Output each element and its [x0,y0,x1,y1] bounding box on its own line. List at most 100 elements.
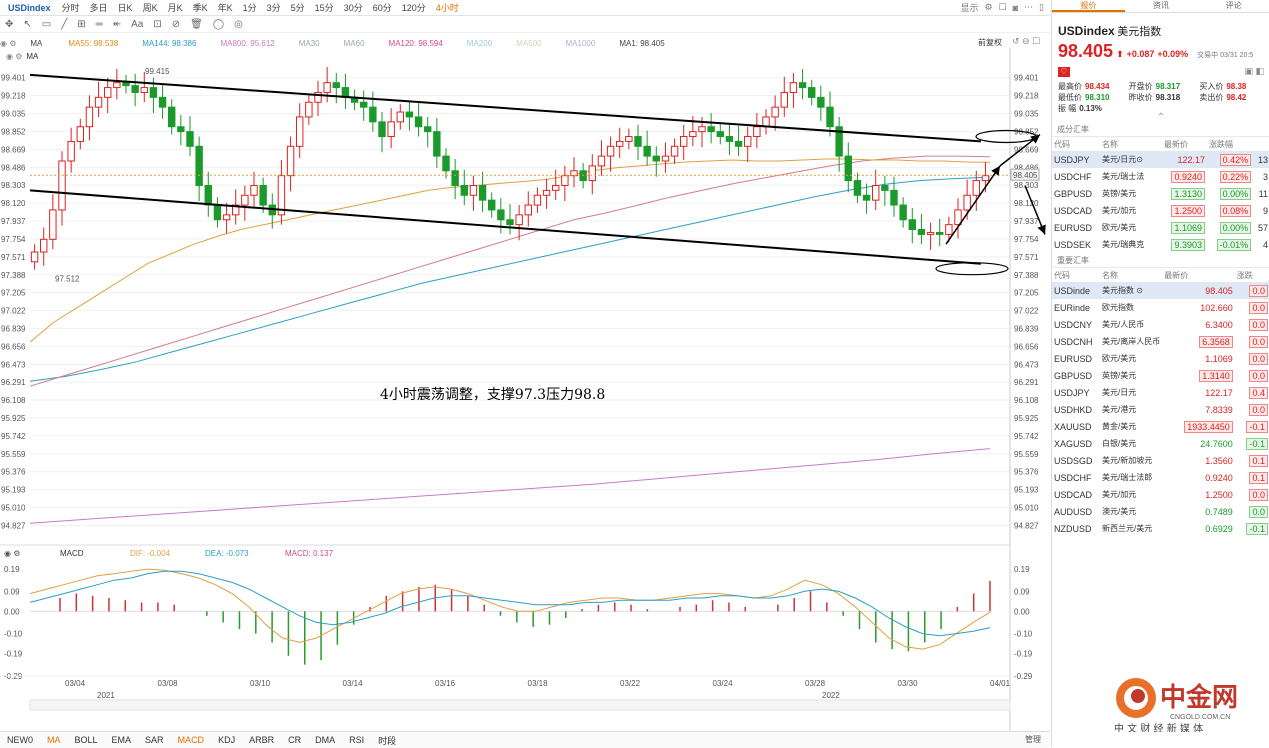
indicator-tab[interactable]: CR [288,735,301,745]
ma-legend-item[interactable]: MA200 [467,39,492,48]
manage-button[interactable]: 管理 [1025,734,1041,745]
ma-legend-item[interactable]: MA1: 98.405 [619,39,664,48]
timeframe-11[interactable]: 30分 [344,3,363,13]
collapse-icon[interactable]: ⌃ [1052,113,1269,124]
ma-legend-item[interactable]: MA30 [299,39,320,48]
ma-legend-item[interactable]: MA120: 98.594 [389,39,443,48]
table-row[interactable]: NZDUSD 新西兰元/美元 0.6929 -0.1 [1052,520,1269,537]
table-row[interactable]: USDinde 美元指数 ⊙ 98.405 0.0 [1052,282,1269,299]
ma-legend-item[interactable]: MA800: 95.612 [220,39,274,48]
indicator-tab[interactable]: MACD [178,735,205,745]
timeframe-12[interactable]: 60分 [373,3,392,13]
ma-legend-item[interactable]: MA [30,39,42,48]
ma-legend-item[interactable]: MA500 [516,39,541,48]
timeframe-9[interactable]: 5分 [291,3,305,13]
ma-legend-item[interactable]: MA60 [344,39,365,48]
timeframe-3[interactable]: 周K [143,3,158,13]
table-row[interactable]: USDCAD 美元/加元 1.2500 0.08% 9 [1052,202,1269,219]
table-row[interactable]: GBPUSD 英镑/美元 1.3140 0.0 [1052,367,1269,384]
measure-icon[interactable]: ⊡ [153,19,161,30]
window-icon[interactable]: ☐ [999,2,1007,13]
timeframe-14[interactable]: 4小时 [436,3,459,13]
camera-icon[interactable]: ◙ [1013,3,1018,13]
favorite-icon[interactable]: ♡ [1058,66,1070,77]
adjust-label[interactable]: 前复权 [978,37,1002,48]
timeframe-6[interactable]: 年K [218,3,233,13]
rectangle-icon[interactable]: ▭ [42,19,51,30]
table-row[interactable]: EURinde 欧元指数 102.660 0.0 [1052,299,1269,316]
ma-legend-item[interactable]: MA1000 [566,39,596,48]
table-row[interactable]: USDHKD 美元/港元 7.8339 0.0 [1052,401,1269,418]
column-header[interactable]: 名称 [1100,137,1162,151]
timeframe-1[interactable]: 多日 [90,3,108,13]
column-header[interactable]: 代码 [1052,137,1100,151]
delete-icon[interactable]: 🗑 [190,19,203,30]
back-icon[interactable]: ↞ [113,19,121,30]
indicator-tab[interactable]: DMA [315,735,335,745]
indicator-tab[interactable]: 时段 [378,734,396,747]
table-row[interactable]: AUDUSD 澳元/美元 0.7489 0.0 [1052,503,1269,520]
ma-legend-item[interactable]: MA55: 98.538 [68,39,118,48]
table-row[interactable]: USDCNY 美元/人民币 6.3400 0.0 [1052,316,1269,333]
table-row[interactable]: EURUSD 欧元/美元 1.1069 0.0 [1052,350,1269,367]
panel-tab[interactable]: 资讯 [1125,0,1198,12]
candle-body [424,126,432,133]
column-header[interactable]: 代码 [1052,268,1100,282]
timeframe-10[interactable]: 15分 [315,3,334,13]
column-header[interactable]: 最新价 [1162,268,1235,282]
window-controls[interactable]: ↺ ⊖ ☐ [1012,36,1040,47]
table-row[interactable]: USDCHF 美元/瑞士法郎 0.9240 0.1 [1052,469,1269,486]
table-row[interactable]: USDJPY 美元/日元⊙ 122.17 0.42% 13 [1052,151,1269,168]
table-row[interactable]: USDJPY 美元/日元 122.17 0.4 [1052,384,1269,401]
alert-icon[interactable]: ▣ ◧ [1244,66,1264,77]
column-header[interactable]: 名称 [1100,268,1162,282]
timeframe-7[interactable]: 1分 [243,3,257,13]
table-row[interactable]: GBPUSD 英镑/美元 1.3130 0.00% 11 [1052,185,1269,202]
indicator-tab[interactable]: MA [47,735,61,745]
column-header[interactable]: 最新价 [1162,137,1207,151]
ma-legend-icons[interactable]: ◉ ⚙ [0,39,16,48]
column-header[interactable]: 涨跌 [1235,268,1269,282]
settings-icon[interactable]: ◉ ⚙ [4,549,20,558]
lock-icon[interactable]: ◎ [234,19,243,30]
table-row[interactable]: USDSGD 美元/新加坡元 1.3560 0.1 [1052,452,1269,469]
cursor-icon[interactable]: ↖ [23,19,31,30]
magnet-icon[interactable]: ⊘ [172,19,180,30]
indicator-tab[interactable]: NEW0 [7,735,33,745]
indicator-tab[interactable]: ARBR [249,735,274,745]
table-row[interactable]: USDSEK 美元/瑞典克 9.3903 -0.01% 4 [1052,236,1269,253]
table-row[interactable]: XAUUSD 黄金/美元 1933.4450 -0.1 [1052,418,1269,435]
ellipse-icon[interactable]: ◯ [213,19,224,30]
timeframe-4[interactable]: 月K [168,3,183,13]
grid-icon[interactable]: ⊞ [77,19,85,30]
more-icon[interactable]: ⋯ [1024,2,1033,13]
column-header[interactable]: 涨跌幅 [1207,137,1253,151]
table-row[interactable]: EURUSD 欧元/美元 1.1069 0.00% 57 [1052,219,1269,236]
crosshair-icon[interactable]: ✥ [5,19,13,30]
table-row[interactable]: XAGUSD 白银/美元 24.7600 -0.1 [1052,435,1269,452]
indicator-tab[interactable]: KDJ [218,735,235,745]
timeframe-5[interactable]: 季K [193,3,208,13]
indicator-tab[interactable]: EMA [112,735,132,745]
table-row[interactable]: USDCHF 美元/瑞士法 0.9240 0.22% 3 [1052,168,1269,185]
hline-icon[interactable]: ═ [96,19,103,30]
line-icon[interactable]: ╱ [61,19,67,30]
panel-tab[interactable]: 评论 [1197,0,1269,12]
time-scrollbar[interactable] [29,699,1011,711]
timeframe-13[interactable]: 120分 [402,3,426,13]
display-menu[interactable]: 显示 [960,1,978,14]
timeframe-0[interactable]: 分时 [62,3,80,13]
symbol-label[interactable]: USDindex [8,3,51,13]
table-row[interactable]: USDCNH 美元/离岸人民币 6.3568 0.0 [1052,333,1269,350]
panel-tab[interactable]: 报价 [1052,0,1125,12]
settings-icon[interactable]: ⚙ [984,2,992,13]
timeframe-2[interactable]: 日K [118,3,133,13]
timeframe-8[interactable]: 3分 [267,3,281,13]
ma-legend-item[interactable]: MA144: 98.386 [142,39,196,48]
table-row[interactable]: USDCAD 美元/加元 1.2500 0.0 [1052,486,1269,503]
trash-icon[interactable]: ▯ [1039,2,1044,13]
indicator-tab[interactable]: RSI [349,735,364,745]
text-icon[interactable]: Aa [131,19,143,30]
indicator-tab[interactable]: SAR [145,735,164,745]
indicator-tab[interactable]: BOLL [75,735,98,745]
